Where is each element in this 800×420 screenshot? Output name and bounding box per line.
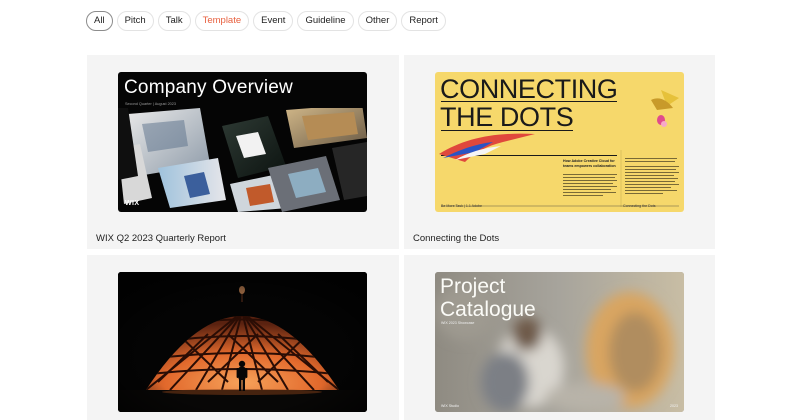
filter-chip-guideline[interactable]: Guideline (297, 11, 354, 31)
card-thumbnail[interactable]: CONNECTING THE DOTS How Adobe Creative C… (435, 72, 684, 212)
card-thumbnail[interactable] (118, 272, 367, 412)
filter-chip-report[interactable]: Report (401, 11, 446, 31)
thumbnail-title: Project Catalogue (440, 275, 536, 321)
thumbnail-intro-text: How Adobe Creative Cloud for teams empow… (563, 159, 616, 168)
card-thumbnail[interactable]: Project Catalogue WIX 2023 Showcase WIX … (435, 272, 684, 412)
presentation-gallery-page: All Pitch Talk Template Event Guideline … (0, 0, 800, 420)
presentation-card-dome[interactable] (87, 255, 399, 420)
filter-chip-other[interactable]: Other (357, 11, 398, 31)
card-title[interactable]: WIX Q2 2023 Quarterly Report (96, 233, 226, 244)
filter-chip-pitch[interactable]: Pitch (116, 11, 154, 31)
card-title[interactable]: Connecting the Dots (413, 233, 499, 244)
wix-logo: WIX (125, 200, 140, 207)
thumbnail-subtitle: Second Quarter | August 2023 (125, 102, 177, 106)
filter-chip-template[interactable]: Template (194, 11, 250, 31)
card-thumbnail[interactable]: Company Overview Second Quarter | August… (118, 72, 367, 212)
abstract-shapes-illustration (439, 90, 679, 207)
thumbnail-footer-right: Connecting the Dots (623, 204, 656, 208)
presentation-card-project-catalogue[interactable]: Project Catalogue WIX 2023 Showcase WIX … (404, 255, 715, 420)
thumbnail-footer-right: 2023 (670, 404, 678, 408)
presentation-card-wix-report[interactable]: Company Overview Second Quarter | August… (87, 55, 399, 249)
filter-chip-event[interactable]: Event (253, 11, 294, 31)
thumbnail-footer-left: Be More Task | 1.1 Adobe (441, 204, 483, 208)
filter-chip-talk[interactable]: Talk (157, 11, 191, 31)
presentation-card-connecting-the-dots[interactable]: CONNECTING THE DOTS How Adobe Creative C… (404, 55, 715, 249)
filter-chip-all[interactable]: All (86, 11, 113, 31)
category-filter-bar: All Pitch Talk Template Event Guideline … (86, 11, 446, 31)
thumbnail-title: Company Overview (124, 77, 293, 98)
thumbnail-footer-left: WIX Studio (441, 404, 459, 408)
device-collage-image (118, 108, 367, 212)
dome-silhouette-image (118, 272, 367, 412)
thumbnail-subtitle: WIX 2023 Showcase (441, 321, 475, 325)
